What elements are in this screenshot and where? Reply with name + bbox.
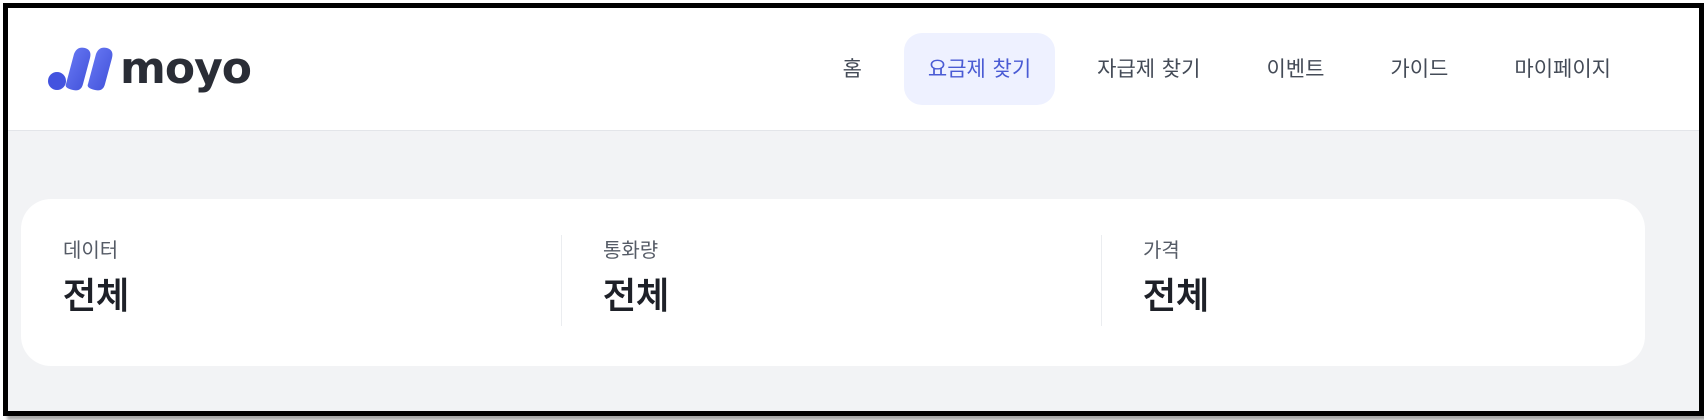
filter-data-label: 데이터 [63, 238, 119, 262]
filter-call-value: 전체 [603, 276, 670, 317]
logo[interactable]: moyo [48, 43, 252, 94]
plan-filter-card: 데이터 전체 통화량 전체 가격 전체 [21, 199, 1645, 366]
moyo-logo-icon [48, 47, 113, 91]
browser-frame: moyo 홈 요금제 찾기 자급제 찾기 이벤트 가이드 마이페이지 데이터 전… [3, 3, 1704, 416]
site-header: moyo 홈 요금제 찾기 자급제 찾기 이벤트 가이드 마이페이지 [8, 8, 1699, 131]
filter-data-value: 전체 [63, 276, 130, 317]
filter-call-label: 통화량 [603, 238, 659, 262]
nav-item-home[interactable]: 홈 [819, 33, 886, 105]
nav-item-plan-finder[interactable]: 요금제 찾기 [903, 33, 1056, 105]
filter-price-label: 가격 [1143, 238, 1180, 262]
filter-price-value: 전체 [1143, 276, 1210, 317]
nav-item-guide[interactable]: 가이드 [1366, 33, 1472, 105]
filter-data[interactable]: 데이터 전체 [21, 199, 561, 366]
filter-price[interactable]: 가격 전체 [1101, 199, 1641, 366]
nav-item-mypage[interactable]: 마이페이지 [1490, 33, 1635, 105]
nav-item-unlocked-phone-finder[interactable]: 자급제 찾기 [1073, 33, 1224, 105]
filter-call[interactable]: 통화량 전체 [561, 199, 1101, 366]
main-nav: 홈 요금제 찾기 자급제 찾기 이벤트 가이드 마이페이지 [801, 33, 1635, 105]
brand-name: moyo [120, 43, 252, 94]
nav-item-events[interactable]: 이벤트 [1242, 33, 1348, 105]
